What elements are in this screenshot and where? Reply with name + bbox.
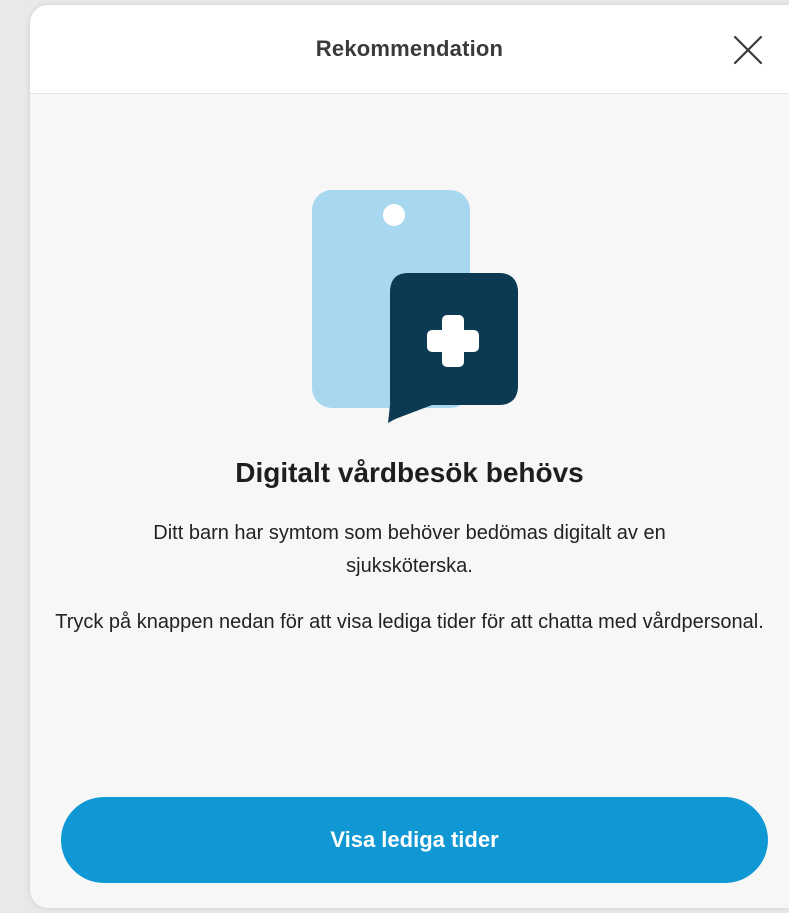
recommendation-heading: Digitalt vårdbesök behövs [235,457,584,488]
phone-chat-medical-cross-icon [310,185,522,427]
close-button[interactable] [728,30,768,70]
dialog-title: Rekommendation [315,36,504,61]
symptom-description-text: Ditt barn har symtom som behöver bedömas… [153,522,666,577]
show-available-times-button[interactable]: Visa lediga tider [61,797,768,883]
instruction-text: Tryck på knappen nedan för att visa ledi… [55,611,764,633]
symptom-description: Ditt barn har symtom som behöver bedömas… [40,517,779,583]
recommendation-dialog: Rekommendation Digitalt vårdbesök behövs… [30,5,789,908]
dialog-header: Rekommendation [30,5,789,94]
close-icon [733,35,763,65]
